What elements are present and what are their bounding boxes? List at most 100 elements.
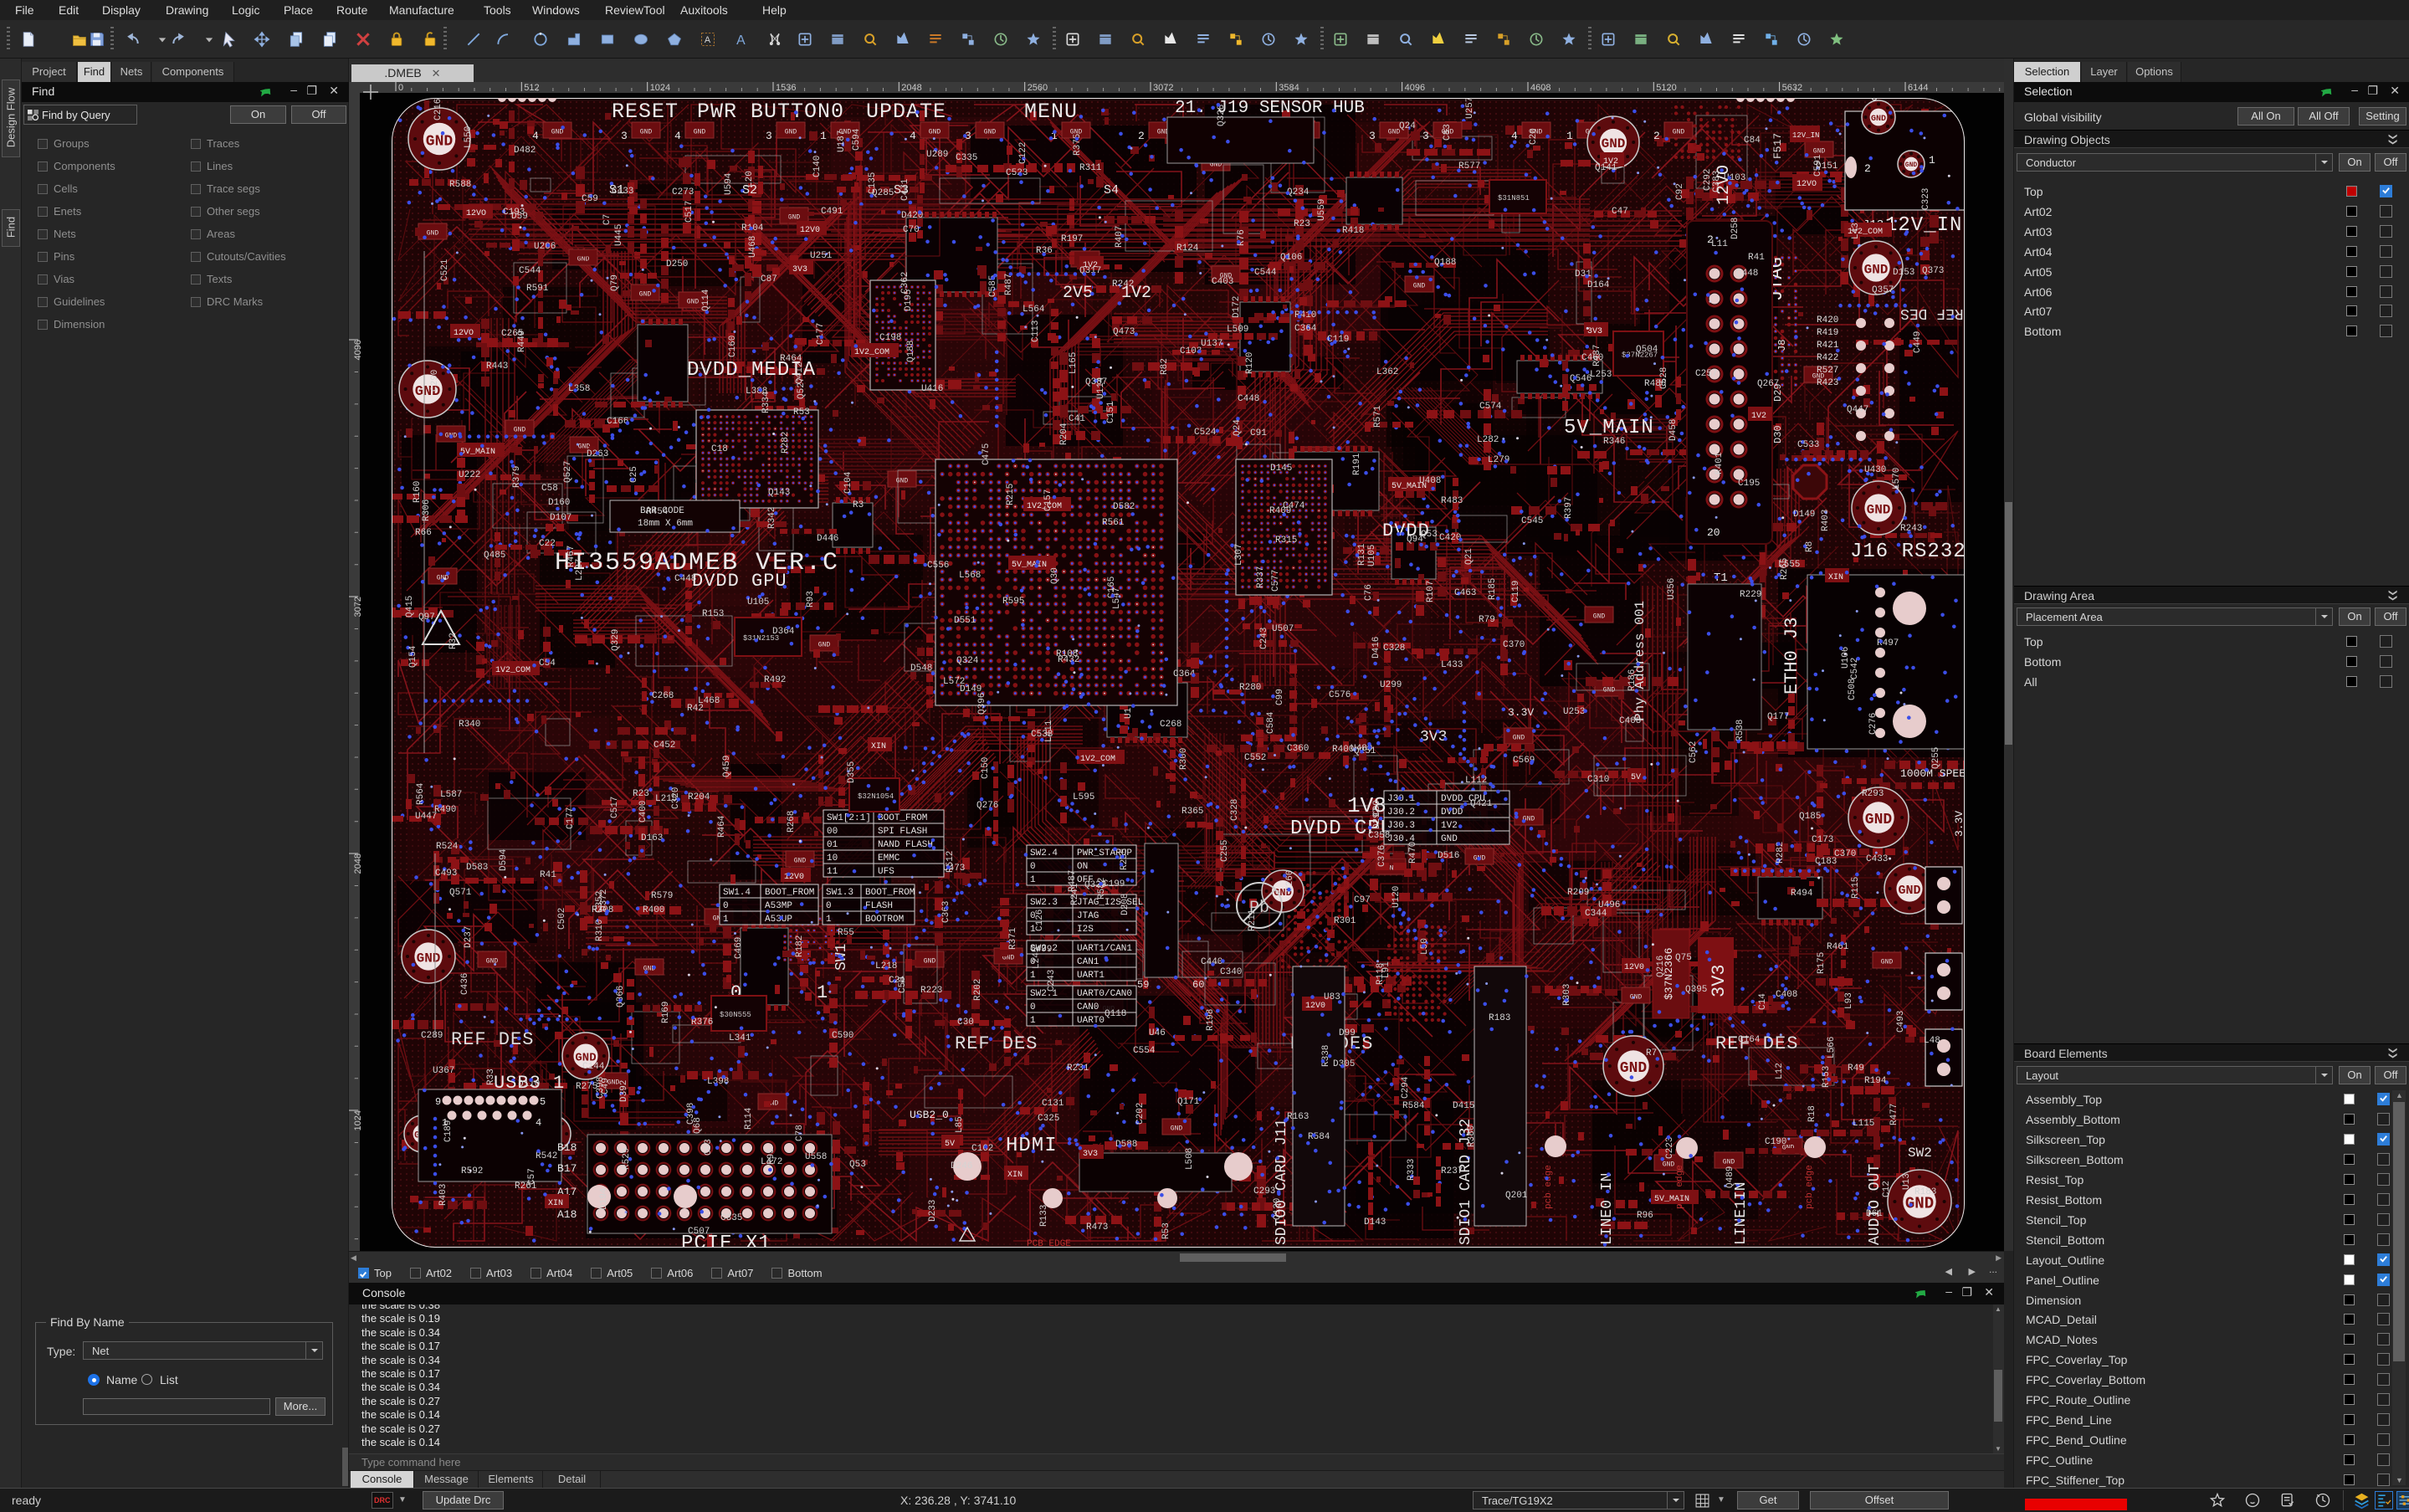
svg-text:Q21: Q21 (1464, 548, 1474, 565)
svg-text:D482: D482 (514, 146, 536, 156)
svg-text:3: 3 (1369, 130, 1376, 142)
svg-text:01: 01 (827, 840, 838, 850)
svg-text:GND: GND (1813, 148, 1826, 156)
svg-text:R432: R432 (1058, 655, 1079, 665)
svg-text:2048: 2048 (353, 853, 363, 874)
svg-text:C594: C594 (852, 128, 862, 151)
svg-text:C144: C144 (582, 1062, 605, 1072)
svg-text:60: 60 (1192, 979, 1204, 991)
svg-text:L362: L362 (1376, 367, 1398, 377)
svg-text:DVDD GPU: DVDD GPU (692, 571, 787, 592)
svg-text:C408: C408 (1776, 990, 1797, 1000)
svg-text:R595: R595 (1002, 597, 1024, 607)
svg-text:R115: R115 (1851, 877, 1861, 899)
svg-text:C433: C433 (1866, 854, 1888, 864)
svg-text:C507: C507 (688, 1227, 710, 1237)
svg-text:Q68: Q68 (693, 1117, 703, 1134)
svg-text:R175: R175 (1817, 952, 1827, 974)
svg-text:R375: R375 (1073, 134, 1083, 156)
svg-text:Q24: Q24 (1233, 419, 1243, 436)
svg-text:C436: C436 (460, 973, 470, 995)
svg-text:C97: C97 (1354, 895, 1371, 905)
svg-text:C590: C590 (832, 1031, 853, 1041)
svg-text:R342: R342 (767, 507, 777, 529)
svg-text:C584: C584 (1266, 711, 1276, 734)
svg-text:D458: D458 (1668, 419, 1679, 441)
svg-text:C87: C87 (761, 274, 777, 284)
svg-text:18mm X 6mm: 18mm X 6mm (638, 519, 693, 529)
svg-text:R215: R215 (1006, 484, 1016, 505)
svg-text:U257: U257 (1465, 97, 1475, 119)
svg-text:1: 1 (1929, 154, 1935, 167)
svg-text:C47: C47 (1612, 207, 1628, 217)
svg-text:D233: D233 (928, 1200, 938, 1222)
svg-text:R487: R487 (1068, 870, 1078, 892)
svg-text:C189: C189 (443, 1120, 454, 1142)
svg-text:SW2.4: SW2.4 (1030, 848, 1058, 859)
svg-text:C70: C70 (903, 225, 920, 235)
svg-text:R82: R82 (1160, 358, 1170, 375)
svg-text:1: 1 (1030, 1016, 1036, 1026)
svg-text:C41: C41 (1069, 414, 1085, 424)
svg-text:R7: R7 (1646, 1048, 1657, 1058)
svg-text:C22: C22 (539, 539, 556, 549)
svg-text:R114: R114 (744, 1107, 754, 1130)
svg-text:C340: C340 (1220, 967, 1242, 977)
svg-text:R96: R96 (1637, 1211, 1653, 1221)
svg-text:L433: L433 (1441, 660, 1463, 670)
svg-text:GND: GND (1630, 994, 1643, 1002)
svg-text:R419: R419 (1817, 328, 1838, 338)
svg-text:C268: C268 (652, 691, 674, 701)
svg-text:R449: R449 (517, 331, 527, 352)
svg-text:D305: D305 (1333, 1059, 1355, 1069)
svg-text:UART1: UART1 (1077, 971, 1105, 981)
svg-text:C433: C433 (612, 187, 633, 197)
svg-text:D153: D153 (1893, 268, 1914, 278)
svg-text:C383: C383 (1712, 171, 1722, 192)
svg-text:GND: GND (640, 129, 653, 136)
svg-text:Phy Address 001: Phy Address 001 (1632, 601, 1648, 721)
svg-text:1: 1 (1566, 130, 1573, 142)
svg-text:5V_MAIN: 5V_MAIN (1564, 417, 1654, 439)
svg-text:R490: R490 (434, 805, 456, 815)
svg-text:GND: GND (1593, 613, 1606, 621)
svg-text:D364: D364 (772, 627, 795, 637)
svg-text:3V3: 3V3 (1420, 729, 1447, 746)
svg-text:R93: R93 (806, 591, 816, 607)
svg-text:D516: D516 (1438, 851, 1459, 861)
svg-text:Q141: Q141 (1595, 163, 1617, 173)
svg-text:R49: R49 (1848, 1064, 1864, 1074)
svg-text:L509: L509 (1227, 325, 1248, 335)
svg-text:GND: GND (1620, 1060, 1648, 1077)
svg-text:R311: R311 (1079, 163, 1102, 173)
svg-text:4: 4 (910, 130, 916, 142)
svg-text:U416: U416 (921, 384, 943, 394)
svg-text:Q114: Q114 (701, 289, 711, 311)
svg-text:R182: R182 (795, 935, 805, 957)
svg-text:C126: C126 (1035, 910, 1045, 931)
svg-text:FLASH: FLASH (865, 901, 893, 911)
svg-text:C528: C528 (1659, 367, 1669, 389)
svg-text:D446: D446 (817, 534, 838, 544)
svg-text:BOOT_FROM: BOOT_FROM (765, 888, 814, 898)
svg-text:R153: R153 (1822, 1066, 1832, 1088)
svg-text:R538: R538 (1735, 720, 1745, 741)
svg-text:Q473: Q473 (1113, 327, 1135, 337)
svg-text:L566: L566 (1827, 1037, 1837, 1058)
svg-text:U105: U105 (747, 597, 769, 607)
svg-text:A18: A18 (557, 1208, 577, 1221)
svg-text:D31: D31 (1575, 269, 1591, 279)
svg-text:R401: R401 (1714, 452, 1725, 474)
svg-text:U468: U468 (748, 236, 758, 258)
svg-text:C420: C420 (1439, 533, 1461, 543)
svg-text:C463: C463 (1454, 588, 1476, 598)
svg-text:C521: C521 (440, 259, 450, 281)
svg-text:R18: R18 (1807, 1105, 1817, 1122)
svg-text:R107: R107 (1426, 581, 1436, 602)
svg-text:Q75: Q75 (1675, 953, 1692, 963)
svg-text:$30N555: $30N555 (720, 1011, 751, 1019)
svg-text:C502: C502 (557, 908, 567, 930)
svg-text:Q504: Q504 (1636, 345, 1658, 355)
svg-text:D163: D163 (641, 833, 663, 843)
svg-text:L568: L568 (959, 571, 981, 581)
